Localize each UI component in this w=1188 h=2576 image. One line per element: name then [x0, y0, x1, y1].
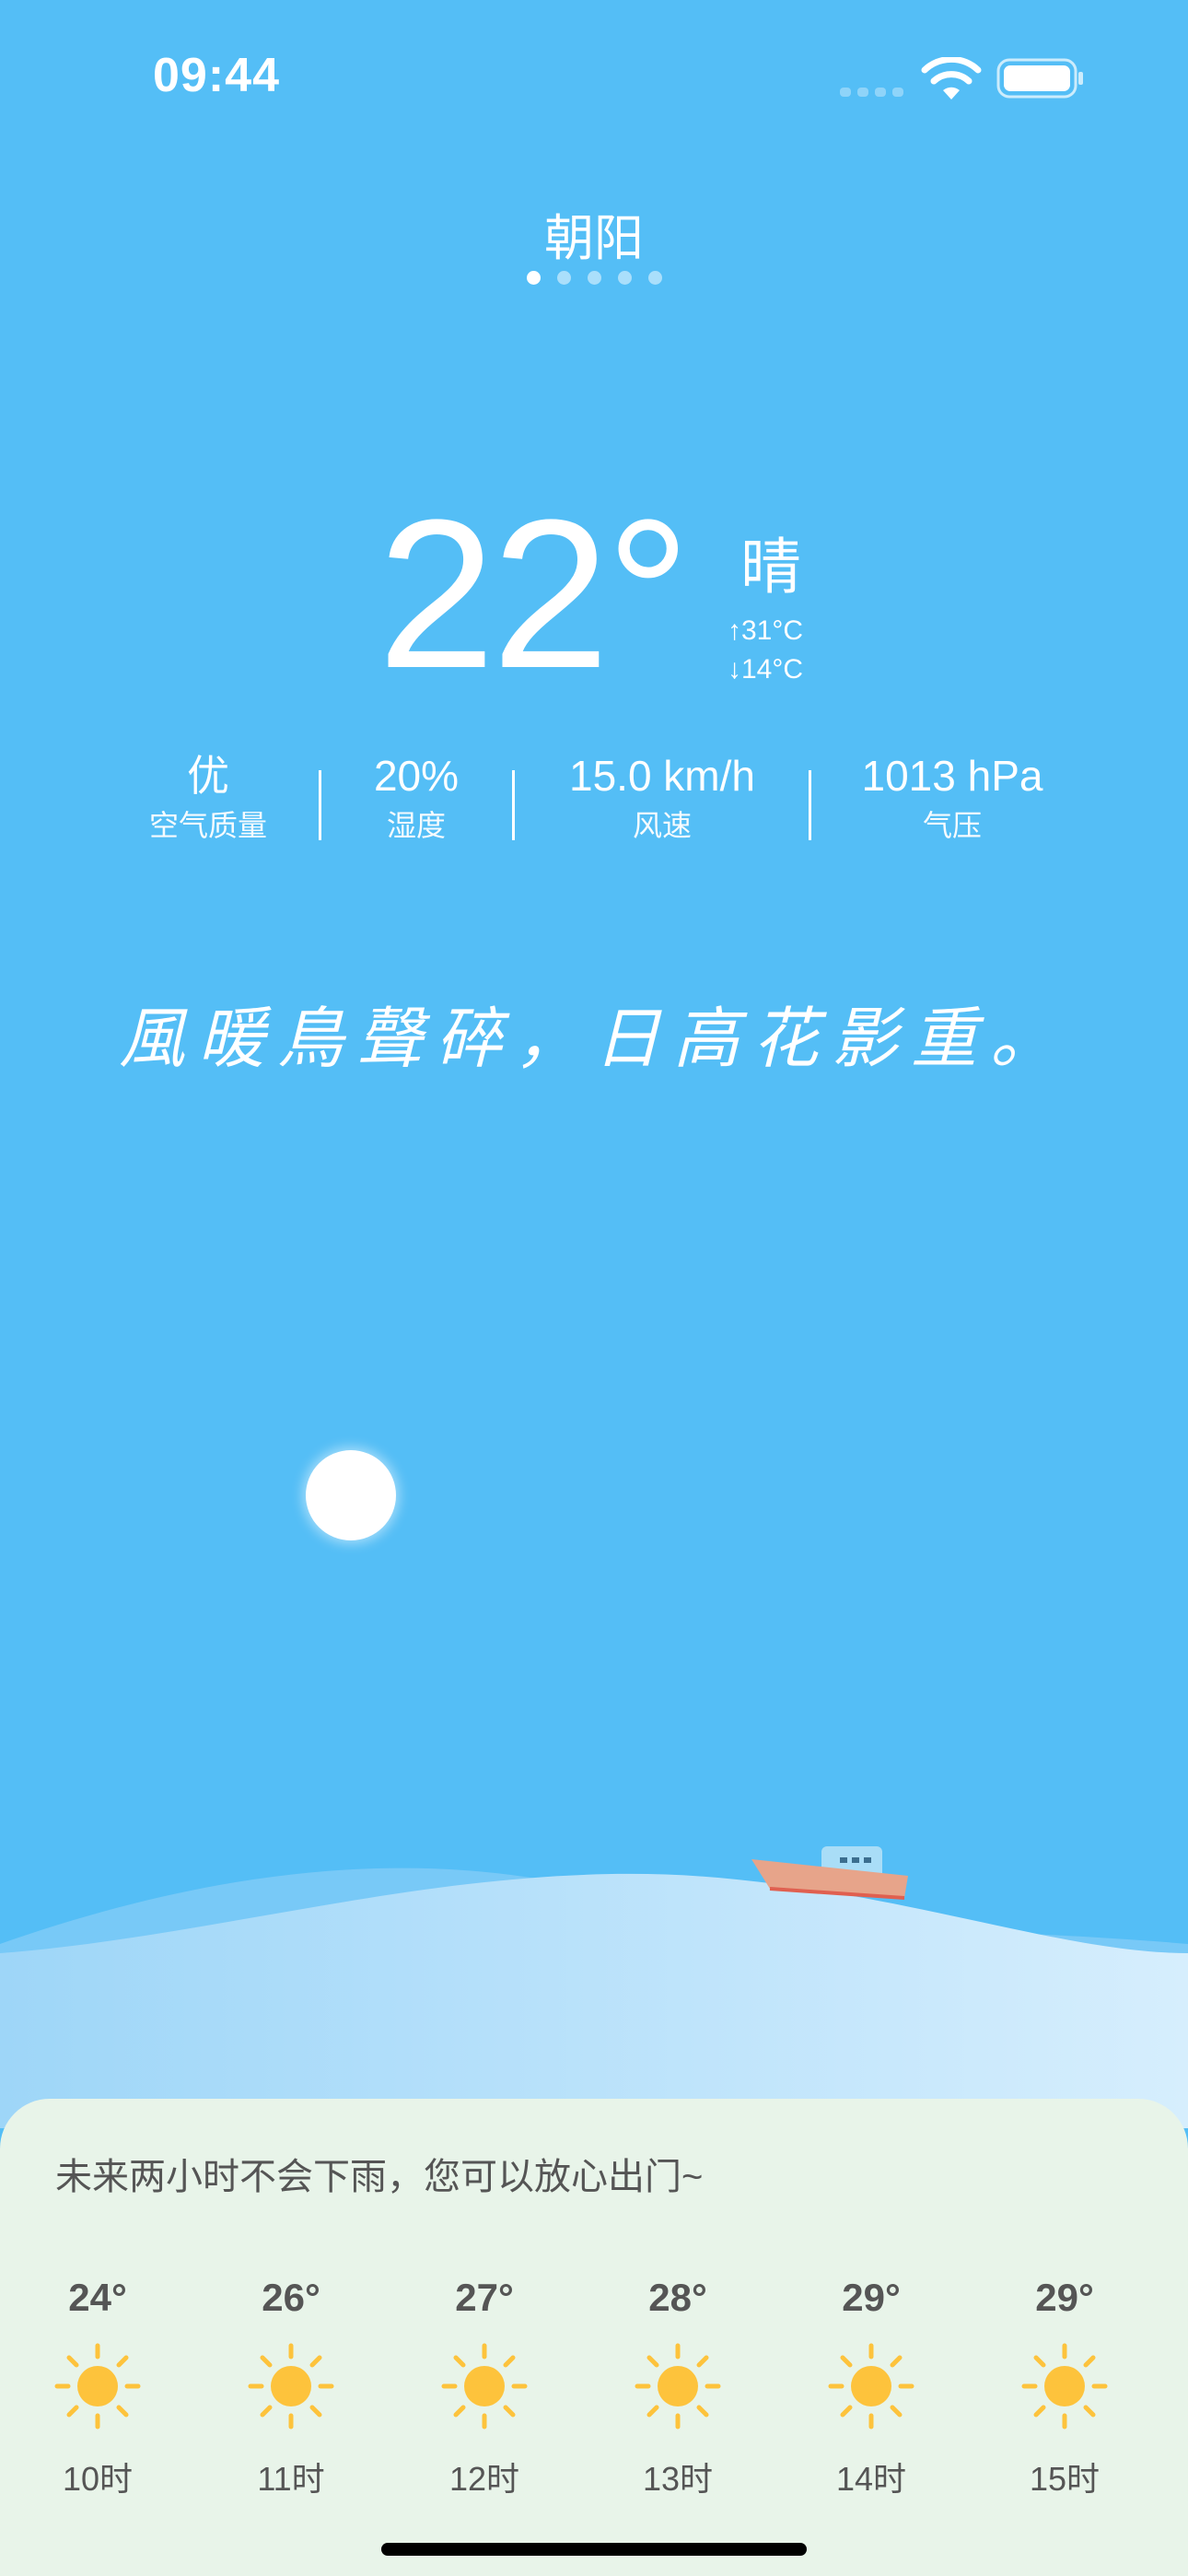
hour-temperature: 28° — [648, 2276, 707, 2319]
hour-label: 13时 — [642, 2460, 714, 2498]
page-dot[interactable] — [526, 271, 541, 285]
rain-forecast-note: 未来两小时不会下雨，您可以放心出门~ — [55, 2157, 704, 2197]
pressure-label: 气压 — [922, 809, 982, 842]
hourly-item: 28° 13时 — [604, 2276, 751, 2500]
sun-icon — [828, 2343, 914, 2430]
humidity-stat: 20% 湿度 — [343, 748, 490, 848]
hourly-item: 27° 12时 — [411, 2276, 558, 2500]
pressure-stat: 1013 hPa 气压 — [833, 748, 1072, 848]
divider — [809, 770, 811, 840]
pressure-value: 1013 hPa — [861, 752, 1043, 800]
hourly-item: 29° 14时 — [798, 2276, 945, 2500]
hour-temperature: 29° — [1035, 2276, 1094, 2319]
low-temperature: ↓14°C — [728, 654, 804, 685]
air-quality-stat: 优 空气质量 — [118, 748, 298, 848]
humidity-label: 湿度 — [386, 809, 446, 842]
hour-label: 11时 — [257, 2460, 325, 2498]
air-quality-label: 空气质量 — [148, 809, 267, 842]
city-title[interactable]: 朝阳 — [0, 197, 1188, 270]
hour-temperature: 27° — [455, 2276, 514, 2319]
battery-icon — [996, 58, 1083, 99]
page-dot[interactable] — [617, 271, 632, 285]
hour-temperature: 24° — [68, 2276, 127, 2319]
hourly-item: 26° 11时 — [217, 2276, 365, 2500]
signal-icon — [840, 88, 903, 97]
wind-speed-value: 15.0 km/h — [569, 752, 755, 800]
sun-icon — [441, 2343, 528, 2430]
hour-label: 10时 — [62, 2460, 134, 2498]
wind-speed-stat: 15.0 km/h 风速 — [536, 748, 788, 848]
wave-decoration — [0, 1868, 1188, 2128]
hour-temperature: 26° — [262, 2276, 320, 2319]
hourly-item: 24° 10时 — [24, 2276, 171, 2500]
hour-label: 15时 — [1029, 2460, 1101, 2498]
hour-label: 14时 — [835, 2460, 907, 2498]
boat-decoration — [751, 1846, 908, 1900]
hour-label: 12时 — [448, 2460, 520, 2498]
hourly-item: 29° 15时 — [991, 2276, 1138, 2500]
home-indicator[interactable] — [381, 2543, 807, 2556]
wind-speed-label: 风速 — [632, 809, 692, 842]
air-quality-value: 优 — [187, 752, 229, 800]
sun-icon — [635, 2343, 721, 2430]
sun-icon — [54, 2343, 141, 2430]
humidity-value: 20% — [373, 752, 460, 800]
high-temperature: ↑31°C — [728, 615, 804, 646]
hour-temperature: 29° — [842, 2276, 901, 2319]
current-temperature: 22° — [378, 475, 691, 712]
divider — [512, 770, 515, 840]
sun-icon — [248, 2343, 334, 2430]
wifi-icon — [921, 57, 982, 100]
poem-text: 風暖鳥聲碎，日高花影重。 — [118, 1000, 1069, 1077]
page-dot[interactable] — [556, 271, 571, 285]
page-dot[interactable] — [647, 271, 662, 285]
page-dot[interactable] — [587, 271, 601, 285]
sun-decoration — [306, 1450, 396, 1540]
status-time: 09:44 — [153, 49, 280, 102]
weather-condition: 晴 — [740, 532, 801, 603]
divider — [319, 770, 321, 840]
sun-icon — [1021, 2343, 1108, 2430]
page-indicator[interactable] — [0, 271, 1188, 285]
